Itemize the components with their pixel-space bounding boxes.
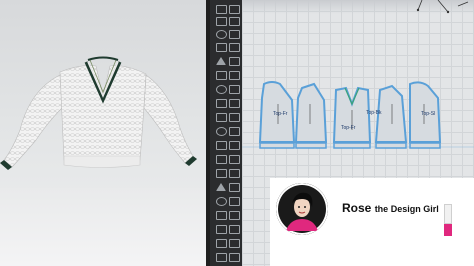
3d-viewport[interactable] (0, 0, 206, 266)
pin-icon[interactable] (214, 196, 240, 206)
pen-icon[interactable] (214, 56, 240, 66)
piece-label: Top-Fr (341, 125, 356, 131)
piece-label: Top-Sl (421, 111, 436, 117)
transform-icon[interactable] (214, 42, 240, 52)
annotation-icon[interactable] (214, 224, 240, 234)
texture-icon[interactable] (214, 168, 240, 178)
brand-tagline: the Design Girl (374, 204, 439, 214)
piece-label: Top-Fr (273, 111, 288, 117)
point-icon[interactable] (214, 98, 240, 108)
circle-icon[interactable] (214, 84, 240, 94)
piece-label: Top-Bk (366, 110, 382, 116)
swatch-pink (444, 224, 452, 236)
fold-icon[interactable] (214, 140, 240, 150)
sewing-icon[interactable] (214, 126, 240, 136)
portrait-illustration (276, 183, 328, 235)
avatar (276, 183, 328, 235)
trim-icon[interactable] (214, 210, 240, 220)
sweater-3d-model[interactable] (0, 0, 206, 266)
brand-first-name: Rose (342, 201, 372, 215)
tool-palette (210, 0, 242, 266)
move-icon[interactable] (214, 4, 240, 14)
measure-icon[interactable] (214, 238, 240, 248)
edit-pattern-icon[interactable] (214, 29, 240, 39)
select-icon[interactable] (214, 16, 240, 26)
rectangle-icon[interactable] (214, 70, 240, 80)
internal-line-icon[interactable] (214, 154, 240, 164)
color-swatch (444, 204, 452, 236)
brand-name: Rose the Design Girl (342, 201, 439, 215)
grain-icon[interactable] (214, 182, 240, 192)
swatch-white (444, 204, 452, 224)
grade-icon[interactable] (214, 252, 240, 262)
seam-icon[interactable] (214, 112, 240, 122)
